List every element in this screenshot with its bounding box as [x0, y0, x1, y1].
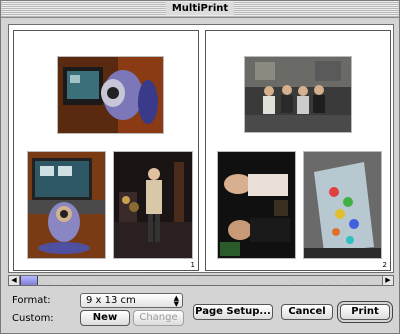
photo-webcam-laptop[interactable] [27, 151, 106, 259]
photo-group-seated[interactable] [244, 56, 352, 133]
page-setup-button[interactable]: Page Setup... [193, 304, 273, 320]
updown-arrow-icon: ▲ ▼ [173, 294, 179, 308]
new-button[interactable]: New [80, 310, 130, 326]
change-button[interactable]: Change [133, 310, 184, 326]
title-bar[interactable]: MultiPrint [1, 1, 399, 18]
window-title: MultiPrint [165, 2, 235, 15]
scroll-thumb[interactable] [20, 276, 38, 285]
cancel-button[interactable]: Cancel [281, 304, 333, 320]
right-arrow-icon[interactable]: ▶ [382, 276, 393, 285]
print-preview-area: 1 2 [8, 24, 394, 273]
horizontal-scrollbar[interactable]: ◀ ▶ [8, 275, 394, 286]
photo-ice-sculpture[interactable] [303, 151, 382, 259]
photo-couple-rotated[interactable] [217, 151, 296, 259]
page-number: 2 [382, 261, 387, 269]
page-number: 1 [190, 261, 195, 269]
format-selected-value: 9 x 13 cm [86, 295, 136, 306]
multiprint-dialog: MultiPrint 1 2 ◀ ▶ Format: 9 x 13 cm ▲ ▼… [0, 0, 400, 334]
preview-page-2[interactable]: 2 [205, 30, 391, 271]
photo-webcam-closeup[interactable] [57, 56, 164, 134]
left-arrow-icon[interactable]: ◀ [9, 276, 20, 285]
format-select[interactable]: 9 x 13 cm ▲ ▼ [80, 293, 183, 308]
format-label: Format: [12, 295, 51, 306]
photo-presenter-stage[interactable] [113, 151, 193, 259]
preview-page-1[interactable]: 1 [13, 30, 199, 271]
print-button[interactable]: Print [340, 304, 390, 320]
custom-label: Custom: [12, 313, 54, 324]
